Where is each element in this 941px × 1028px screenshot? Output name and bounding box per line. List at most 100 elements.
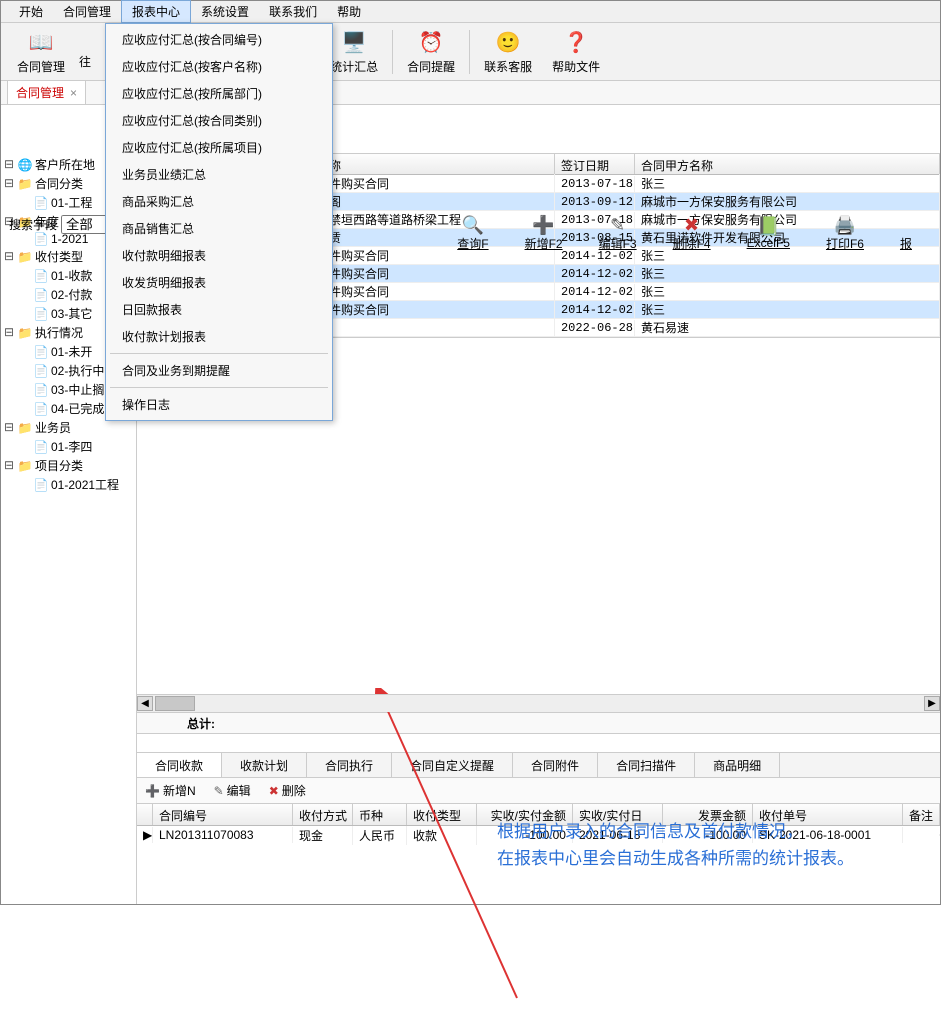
action-label: 编辑F3 (599, 235, 637, 252)
action-label: 查询F (457, 235, 488, 252)
tab-contract-mgmt[interactable]: 合同管理 × (7, 80, 86, 104)
detail-tab-合同附件[interactable]: 合同附件 (513, 753, 598, 777)
detail-tab-收款计划[interactable]: 收款计划 (222, 753, 307, 777)
annotation-text: 根据用户录入的合同信息及首付款情况， 在报表中心里会自动生成各种所需的统计报表。 (497, 818, 854, 872)
close-icon[interactable]: × (70, 86, 77, 100)
action-label: 删除F4 (673, 235, 711, 252)
tree-toggle-icon[interactable]: ⊟ (3, 458, 15, 473)
action-打印F6[interactable]: 🖨️打印F6 (826, 215, 864, 252)
toolbar-合同管理[interactable]: 📖合同管理 (7, 26, 75, 77)
payment-column-header[interactable]: 收付类型 (407, 804, 477, 825)
horizontal-scrollbar[interactable]: ◀ ▶ (137, 694, 940, 712)
doc-icon: 📄 (33, 196, 49, 210)
合同管理-icon: 📖 (27, 28, 55, 56)
帮助文件-icon: ❓ (562, 28, 590, 56)
新增F2-icon: ➕ (532, 215, 554, 235)
detail-action-编辑[interactable]: ✎编辑 (214, 782, 251, 799)
toolbar-合同提醒[interactable]: ⏰合同提醒 (397, 26, 465, 77)
tree-toggle-icon[interactable]: ⊟ (3, 176, 15, 191)
menu-separator (110, 353, 328, 354)
scroll-right-icon[interactable]: ▶ (924, 696, 940, 711)
detail-action-label: 编辑 (227, 782, 251, 799)
合同提醒-icon: ⏰ (417, 28, 445, 56)
tree-label: 客户所在地 (35, 156, 95, 173)
detail-tab-strip: 合同收款收款计划合同执行合同自定义提醒合同附件合同扫描件商品明细 (137, 752, 940, 778)
tree-node[interactable]: 📄01-2021工程 (1, 475, 136, 494)
payment-column-header[interactable]: 币种 (353, 804, 407, 825)
toolbar-separator (469, 30, 470, 74)
menu-系统设置[interactable]: 系统设置 (191, 1, 259, 22)
grid-column-header[interactable]: 合同甲方名称 (635, 154, 940, 174)
detail-action-删除[interactable]: ✖删除 (269, 782, 306, 799)
dropdown-item[interactable]: 应收应付汇总(按客户名称) (106, 53, 332, 80)
payment-column-header[interactable] (137, 804, 153, 825)
dropdown-item[interactable]: 商品销售汇总 (106, 215, 332, 242)
action-ExcelF5[interactable]: 📗ExcelF5 (747, 216, 790, 250)
doc-icon: 📄 (33, 364, 49, 378)
detail-action-bar: ➕新增N ✎编辑 ✖删除 (137, 778, 940, 804)
dropdown-item[interactable]: 收发货明细报表 (106, 269, 332, 296)
dropdown-item[interactable]: 日回款报表 (106, 296, 332, 323)
tree-label: 02-付款 (51, 286, 92, 303)
dropdown-item[interactable]: 业务员业绩汇总 (106, 161, 332, 188)
tree-label: 04-已完成 (51, 400, 104, 417)
scroll-left-icon[interactable]: ◀ (137, 696, 153, 711)
detail-action-新增N[interactable]: ➕新增N (145, 782, 196, 799)
payment-column-header[interactable]: 收付方式 (293, 804, 353, 825)
action-报[interactable]: 报 (900, 215, 912, 252)
menu-联系我们[interactable]: 联系我们 (259, 1, 327, 22)
action-新增F2[interactable]: ➕新增F2 (525, 215, 563, 252)
dropdown-item[interactable]: 应收应付汇总(按合同编号) (106, 26, 332, 53)
编辑-icon: ✎ (214, 784, 224, 798)
payment-column-header[interactable]: 合同编号 (153, 804, 293, 825)
tree-toggle-icon[interactable]: ⊟ (3, 157, 15, 172)
menu-合同管理[interactable]: 合同管理 (53, 1, 121, 22)
tree-toggle-icon[interactable]: ⊟ (3, 420, 15, 435)
tree-label: 03-其它 (51, 305, 92, 322)
dropdown-item[interactable]: 收付款明细报表 (106, 242, 332, 269)
payment-cell (903, 834, 940, 836)
detail-action-label: 删除 (282, 782, 306, 799)
detail-tab-合同执行[interactable]: 合同执行 (307, 753, 392, 777)
action-删除F4[interactable]: ✖删除F4 (673, 215, 711, 252)
tree-toggle-icon[interactable]: ⊟ (3, 249, 15, 264)
查询F-icon: 🔍 (462, 215, 484, 235)
toolbar-帮助文件[interactable]: ❓ 帮助文件 (542, 26, 610, 77)
action-编辑F3[interactable]: ✎编辑F3 (599, 215, 637, 252)
search-field-label: 搜索字段 (9, 216, 57, 233)
payment-column-header[interactable]: 备注 (903, 804, 940, 825)
action-查询F[interactable]: 🔍查询F (457, 215, 488, 252)
toolbar-label: 帮助文件 (552, 58, 600, 75)
dropdown-item[interactable]: 应收应付汇总(按所属部门) (106, 80, 332, 107)
tree-node[interactable]: ⊟📁项目分类 (1, 456, 136, 475)
tree-toggle-icon[interactable]: ⊟ (3, 325, 15, 340)
total-row: 总计: (137, 712, 940, 734)
detail-tab-商品明细[interactable]: 商品明细 (695, 753, 780, 777)
dropdown-item[interactable]: 商品采购汇总 (106, 188, 332, 215)
doc-icon: 📄 (33, 402, 49, 416)
tree-label: 收付类型 (35, 248, 83, 265)
table-cell: 麻城市一方保安服务有限公司 (635, 192, 940, 211)
toolbar-联系客服[interactable]: 🙂联系客服 (474, 26, 542, 77)
detail-tab-合同扫描件[interactable]: 合同扫描件 (598, 753, 695, 777)
report-center-dropdown: 应收应付汇总(按合同编号)应收应付汇总(按客户名称)应收应付汇总(按所属部门)应… (105, 23, 333, 421)
detail-tab-合同收款[interactable]: 合同收款 (137, 753, 222, 777)
dropdown-item[interactable]: 应收应付汇总(按所属项目) (106, 134, 332, 161)
dropdown-item[interactable]: 操作日志 (106, 391, 332, 418)
grid-column-header[interactable]: 签订日期 (555, 154, 635, 174)
menu-报表中心[interactable]: 报表中心 (121, 0, 191, 23)
tree-node[interactable]: 📄01-李四 (1, 437, 136, 456)
scroll-thumb[interactable] (155, 696, 195, 711)
dropdown-item[interactable]: 合同及业务到期提醒 (106, 357, 332, 384)
dropdown-item[interactable]: 收付款计划报表 (106, 323, 332, 350)
menu-开始[interactable]: 开始 (9, 1, 53, 22)
dropdown-item[interactable]: 应收应付汇总(按合同类别) (106, 107, 332, 134)
tree-label: 项目分类 (35, 457, 83, 474)
table-cell: 2013-09-12 (555, 194, 635, 210)
menu-帮助[interactable]: 帮助 (327, 1, 371, 22)
新增N-icon: ➕ (145, 784, 160, 798)
tree-label: 合同分类 (35, 175, 83, 192)
删除F4-icon: ✖ (684, 215, 699, 235)
toolbar-separator (392, 30, 393, 74)
detail-tab-合同自定义提醒[interactable]: 合同自定义提醒 (392, 753, 513, 777)
